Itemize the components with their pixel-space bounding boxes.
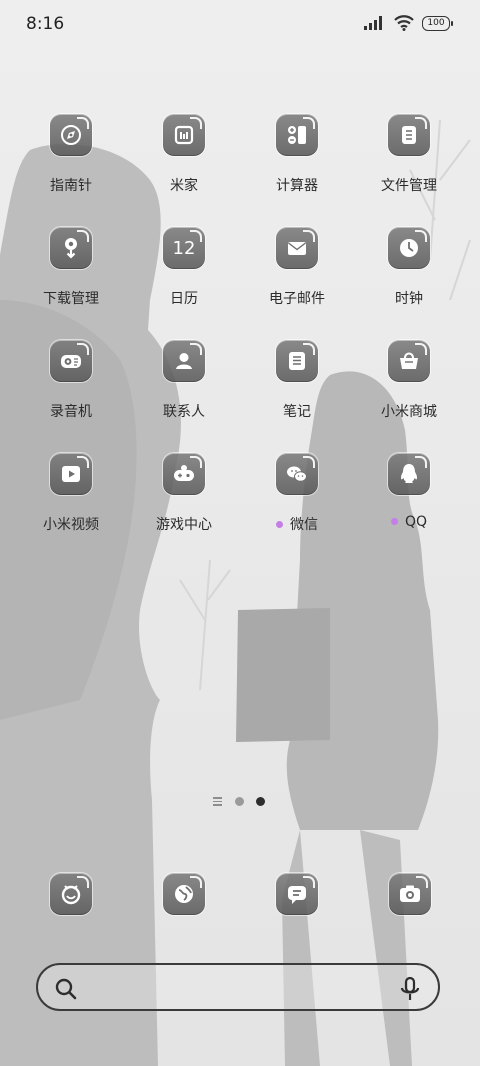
status-time: 8:16 xyxy=(26,14,65,34)
app-drawer-icon[interactable] xyxy=(213,796,223,806)
browser-icon[interactable] xyxy=(163,873,205,915)
calendar-date: 12 xyxy=(172,237,196,259)
camera-icon[interactable] xyxy=(389,873,431,915)
app-label-text: 微信 xyxy=(290,517,318,533)
app-recorder[interactable]: 录音机 xyxy=(14,340,128,440)
app-notes[interactable]: 笔记 xyxy=(240,340,354,440)
game-center-icon[interactable] xyxy=(163,453,205,495)
mi-store-icon[interactable] xyxy=(388,340,430,382)
search-bar[interactable] xyxy=(36,963,440,1011)
app-label: 文件管理 xyxy=(381,178,437,194)
app-label: 时钟 xyxy=(395,291,423,307)
calculator-icon[interactable] xyxy=(276,114,318,156)
battery-level: 100 xyxy=(427,18,445,28)
status-bar: 8:16 100 xyxy=(0,0,480,52)
app-label: 微信 xyxy=(240,514,354,534)
app-label: 日历 xyxy=(170,291,198,307)
wifi-icon xyxy=(394,15,414,31)
contacts-icon[interactable] xyxy=(163,340,205,382)
app-video[interactable]: 小米视频 xyxy=(14,453,128,553)
file-manager-icon[interactable] xyxy=(388,114,430,156)
status-icons: 100 xyxy=(364,15,453,31)
messages-icon[interactable] xyxy=(276,873,318,915)
notification-dot xyxy=(276,520,283,528)
app-label: 指南针 xyxy=(50,178,92,194)
app-label-text: QQ xyxy=(404,514,428,530)
microphone-icon[interactable] xyxy=(398,976,422,1002)
app-qq[interactable]: QQ xyxy=(352,453,466,553)
wechat-icon[interactable] xyxy=(276,453,318,495)
app-mijia[interactable]: 米家 xyxy=(127,114,241,214)
phone-assistant-icon[interactable] xyxy=(50,873,92,915)
compass-icon[interactable] xyxy=(50,114,92,156)
app-label: 联系人 xyxy=(163,404,205,420)
video-icon[interactable] xyxy=(50,453,92,495)
app-clock[interactable]: 时钟 xyxy=(352,227,466,327)
signal-icon xyxy=(364,16,382,30)
recorder-icon[interactable] xyxy=(50,340,92,382)
app-compass[interactable]: 指南针 xyxy=(14,114,128,214)
notification-dot xyxy=(390,517,398,525)
notes-icon[interactable] xyxy=(276,340,318,382)
app-file-manager[interactable]: 文件管理 xyxy=(352,114,466,214)
app-label: 游戏中心 xyxy=(156,517,212,533)
download-icon[interactable] xyxy=(50,227,92,269)
mijia-icon[interactable] xyxy=(163,114,205,156)
app-label: 笔记 xyxy=(283,404,311,420)
app-mail[interactable]: 电子邮件 xyxy=(240,227,354,327)
page-dot[interactable] xyxy=(235,797,244,806)
app-label: 米家 xyxy=(170,178,198,194)
app-label: 小米视频 xyxy=(43,517,99,533)
app-label: 下载管理 xyxy=(43,291,99,307)
app-wechat[interactable]: 微信 xyxy=(240,453,354,553)
battery-icon: 100 xyxy=(422,15,453,31)
page-indicator[interactable] xyxy=(0,796,480,808)
page-dot-active[interactable] xyxy=(256,797,265,806)
app-download[interactable]: 下载管理 xyxy=(14,227,128,327)
app-game-center[interactable]: 游戏中心 xyxy=(127,453,241,553)
mail-icon[interactable] xyxy=(276,227,318,269)
qq-icon[interactable] xyxy=(388,453,430,495)
app-label: 录音机 xyxy=(50,404,92,420)
clock-icon[interactable] xyxy=(388,227,430,269)
app-contacts[interactable]: 联系人 xyxy=(127,340,241,440)
app-label: 计算器 xyxy=(276,178,318,194)
app-calculator[interactable]: 计算器 xyxy=(240,114,354,214)
calendar-icon[interactable]: 12 xyxy=(163,227,205,269)
search-icon[interactable] xyxy=(54,977,78,1001)
app-mi-store[interactable]: 小米商城 xyxy=(352,340,466,440)
app-label: 小米商城 xyxy=(381,404,437,420)
app-label: QQ xyxy=(352,514,466,530)
app-calendar[interactable]: 12 日历 xyxy=(127,227,241,327)
app-label: 电子邮件 xyxy=(269,291,325,307)
